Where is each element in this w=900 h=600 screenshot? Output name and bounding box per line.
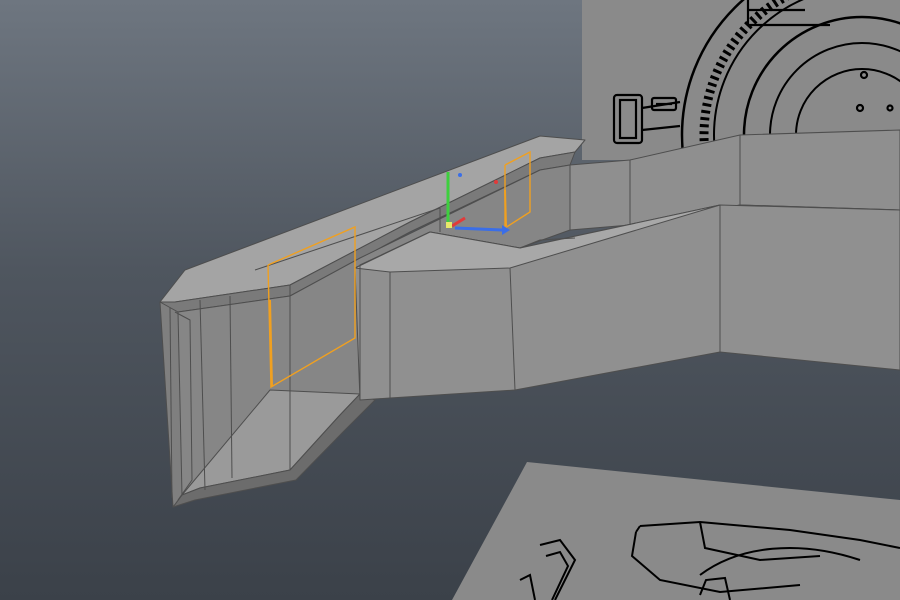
gizmo-center[interactable] (446, 222, 452, 228)
3d-viewport[interactable] (0, 0, 900, 600)
viewport-scene[interactable] (0, 0, 900, 600)
gizmo-handle-marker (458, 173, 462, 177)
gizmo-handle-marker (494, 180, 498, 184)
gizmo-z-axis[interactable] (454, 226, 503, 232)
